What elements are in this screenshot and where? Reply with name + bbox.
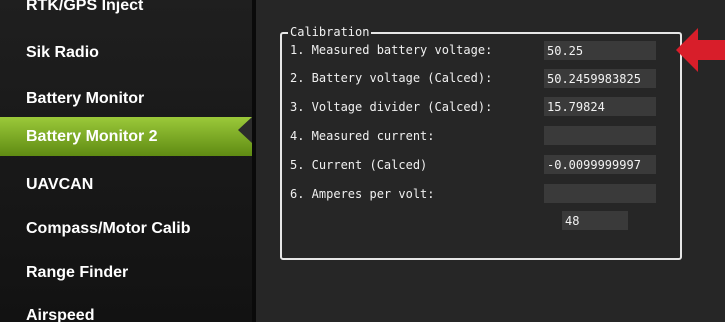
sidebar-item-battery-monitor-2[interactable]: Battery Monitor 2 [0,117,252,156]
measured-current-input[interactable] [544,126,656,145]
measured-battery-voltage-label: 1. Measured battery voltage: [290,43,493,57]
calibration-title: Calibration [288,25,372,39]
active-item-notch [238,117,252,143]
current-calced-field[interactable] [544,155,656,174]
sidebar-item-compass-motor-calib[interactable]: Compass/Motor Calib [0,209,252,248]
amperes-per-volt-input[interactable] [544,184,656,203]
amperes-per-volt-label: 6. Amperes per volt: [290,187,435,201]
voltage-divider-calced-input[interactable] [544,97,656,116]
extra-value-input[interactable] [562,211,628,230]
measured-battery-voltage-input[interactable] [544,41,656,60]
voltage-divider-calced-label: 3. Voltage divider (Calced): [290,100,493,114]
red-arrow-icon [676,28,725,72]
battery-voltage-calced-field[interactable] [544,69,656,88]
sidebar-item-rtk-gps-inject[interactable]: RTK/GPS Inject [0,0,252,25]
sidebar-item-sik-radio[interactable]: Sik Radio [0,33,252,72]
calibration-groupbox: Calibration 1. Measured battery voltage:… [280,25,682,260]
main-panel: Calibration 1. Measured battery voltage:… [256,0,725,322]
battery-voltage-calced-label: 2. Battery voltage (Calced): [290,71,493,85]
current-calced-label: 5. Current (Calced) [290,158,428,172]
measured-current-label: 4. Measured current: [290,129,435,143]
sidebar: RTK/GPS Inject Sik Radio Battery Monitor… [0,0,256,322]
sidebar-item-battery-monitor[interactable]: Battery Monitor [0,79,252,118]
sidebar-item-range-finder[interactable]: Range Finder [0,253,252,292]
sidebar-item-airspeed[interactable]: Airspeed [0,296,252,322]
sidebar-item-uavcan[interactable]: UAVCAN [0,165,252,204]
